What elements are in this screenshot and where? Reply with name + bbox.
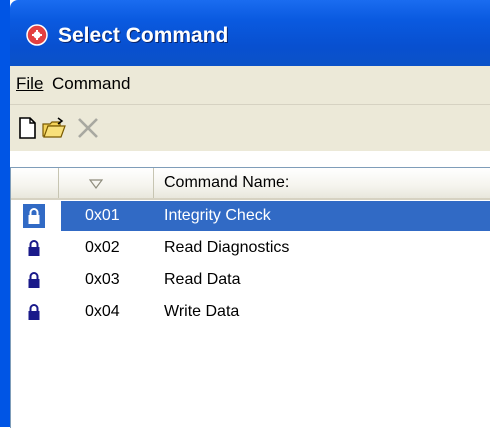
- select-command-window: Select Command File Command Command Name…: [0, 0, 490, 428]
- title-bar[interactable]: Select Command: [10, 0, 490, 66]
- selection-highlight: [61, 201, 490, 231]
- header-name-label: Command Name:: [164, 174, 290, 191]
- sort-descending-icon: [89, 179, 103, 189]
- row-code: 0x03: [85, 271, 120, 288]
- menu-bar: File Command: [10, 66, 490, 105]
- list-row-0[interactable]: 0x01 Integrity Check: [11, 200, 490, 233]
- row-name: Read Data: [164, 271, 241, 288]
- lock-icon: [28, 272, 40, 288]
- row-code: 0x02: [85, 239, 120, 256]
- header-lock-column[interactable]: [11, 168, 59, 198]
- lock-icon: [28, 208, 40, 224]
- list-row-3[interactable]: 0x04 Write Data: [11, 296, 490, 329]
- command-list[interactable]: Command Name: 0x01 Integrity Check 0x02 …: [10, 167, 490, 428]
- row-name: Read Diagnostics: [164, 239, 290, 256]
- menu-command[interactable]: Command: [52, 74, 130, 94]
- delete-x-icon[interactable]: [74, 114, 102, 142]
- lock-icon: [28, 304, 40, 320]
- row-code: 0x01: [85, 207, 120, 224]
- window-frame-left: [0, 0, 10, 427]
- list-row-1[interactable]: 0x02 Read Diagnostics: [11, 232, 490, 265]
- window-title: Select Command: [58, 24, 229, 47]
- row-name: Write Data: [164, 303, 240, 320]
- menu-file-label: File: [16, 74, 44, 93]
- list-row-2[interactable]: 0x03 Read Data: [11, 264, 490, 297]
- lock-icon: [28, 240, 40, 256]
- row-name: Integrity Check: [164, 207, 271, 224]
- menu-command-label: Command: [52, 74, 131, 93]
- row-code: 0x04: [85, 303, 120, 320]
- toolbar: [10, 105, 490, 152]
- menu-file[interactable]: File: [16, 74, 43, 94]
- header-name-column[interactable]: Command Name:: [154, 168, 490, 198]
- new-document-icon[interactable]: [13, 114, 41, 142]
- open-folder-icon[interactable]: [40, 114, 68, 142]
- header-code-column[interactable]: [59, 168, 154, 198]
- list-header: Command Name:: [11, 168, 490, 200]
- app-icon: [26, 24, 48, 46]
